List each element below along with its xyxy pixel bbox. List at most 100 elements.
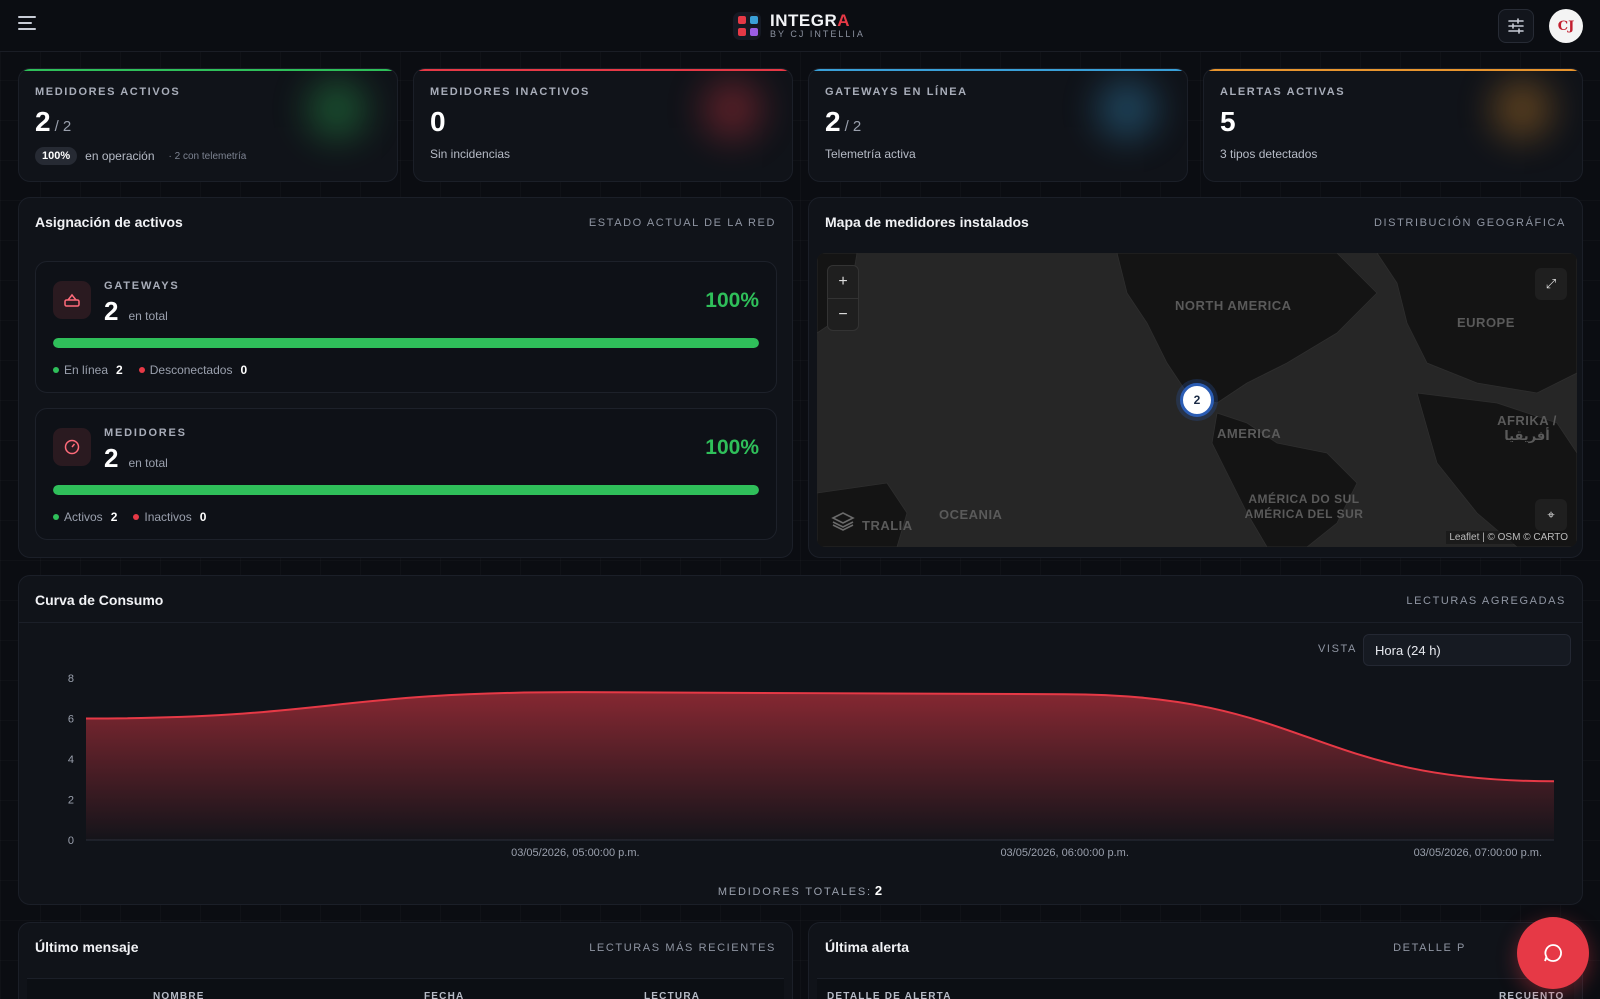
stat-label: GATEWAYS EN LÍNEA	[825, 86, 968, 98]
active-dot-icon	[53, 514, 59, 520]
x-tick-label: 03/05/2026, 05:00:00 p.m.	[511, 847, 639, 859]
column-header[interactable]: NOMBRE	[153, 991, 205, 999]
consumption-area	[86, 692, 1554, 840]
menu-icon[interactable]	[18, 16, 38, 36]
legend: En línea 2 Desconectados 0	[53, 363, 263, 377]
legend: Activos 2 Inactivos 0	[53, 510, 222, 524]
total-meters: MEDIDORES TOTALES: 2	[717, 883, 883, 898]
stat-sub: Telemetría activa	[825, 147, 916, 161]
stat-value: 2/ 2	[35, 106, 72, 137]
progress-fill	[53, 485, 759, 495]
stat-label: MEDIDORES ACTIVOS	[35, 86, 181, 98]
panel-title: Curva de Consumo	[35, 592, 164, 608]
stat-card-active-alerts: ALERTAS ACTIVAS 5 3 tipos detectados	[1203, 68, 1583, 182]
stat-value: 2/ 2	[825, 106, 862, 137]
zoom-out-button[interactable]: −	[828, 298, 858, 330]
inactive-dot-icon	[133, 514, 140, 520]
panel-tag: DISTRIBUCIÓN GEOGRÁFICA	[1373, 217, 1566, 229]
x-tick-label: 03/05/2026, 07:00:00 p.m.	[1414, 847, 1542, 859]
brand-name: INTEGRA	[770, 11, 851, 30]
column-header[interactable]: FECHA	[424, 991, 464, 999]
y-tick-label: 6	[68, 714, 74, 726]
column-header[interactable]: RECUENTO	[1499, 991, 1565, 999]
panel-title: Mapa de medidores instalados	[825, 214, 1029, 230]
map-label: AMERICA	[1217, 426, 1282, 441]
layers-icon	[831, 512, 855, 531]
asset-label: MEDIDORES	[104, 427, 187, 439]
locate-button[interactable]: ⌖	[1535, 499, 1567, 531]
router-icon	[53, 281, 91, 319]
asset-label: GATEWAYS	[104, 280, 180, 292]
asset-percent: 100%	[705, 436, 759, 459]
map-label: NORTH AMERICA	[1175, 298, 1292, 313]
stat-sub: 3 tipos detectados	[1220, 147, 1318, 161]
x-tick-label: 03/05/2026, 06:00:00 p.m.	[1000, 847, 1128, 859]
stat-value: 0	[430, 106, 446, 137]
top-bar: INTEGRA BY CJ INTELLIA CJ	[0, 0, 1600, 52]
column-header[interactable]: DETALLE DE ALERTA	[827, 991, 952, 999]
consumption-chart: 0 2 4 6 8 03/05/2026, 05:00:00 p.m. 03/05/2026…	[68, 673, 1555, 859]
percent-badge: 100%	[35, 147, 78, 165]
progress-bar	[53, 485, 759, 495]
sliders-icon	[1508, 18, 1524, 34]
chat-button[interactable]	[1517, 917, 1589, 989]
filters-button[interactable]	[1498, 9, 1534, 43]
meters-box: MEDIDORES 2 en total 100% Activos 2 Inacti…	[35, 408, 777, 540]
chat-bubble-icon	[1544, 944, 1562, 962]
y-tick-label: 4	[68, 754, 74, 766]
layers-button[interactable]	[827, 505, 859, 537]
asset-value: 2 en total	[104, 443, 168, 473]
brand[interactable]: INTEGRA BY CJ INTELLIA	[733, 11, 865, 41]
y-tick-label: 2	[68, 795, 74, 807]
stat-card-active-meters: MEDIDORES ACTIVOS 2/ 2 100% en operación…	[18, 68, 398, 182]
online-dot-icon	[53, 367, 59, 373]
zoom-in-button[interactable]: +	[828, 266, 858, 298]
column-header[interactable]: LECTURA	[644, 991, 700, 999]
asset-percent: 100%	[705, 289, 759, 312]
gauge-icon	[53, 428, 91, 466]
progress-fill	[53, 338, 759, 348]
stat-value: 5	[1220, 106, 1236, 137]
zoom-control: + −	[827, 265, 859, 331]
panel-title: Última alerta	[825, 939, 910, 955]
stat-card-inactive-meters: MEDIDORES INACTIVOS 0 Sin incidencias	[413, 68, 793, 182]
fullscreen-button[interactable]: ⤢	[1535, 268, 1567, 300]
map-label: TRALIA	[862, 518, 913, 533]
panel-tag: ESTADO ACTUAL DE LA RED	[588, 217, 776, 229]
stat-sub: 100% en operación · 2 con telemetría	[35, 147, 246, 165]
stat-card-gateways-online: GATEWAYS EN LÍNEA 2/ 2 Telemetría activa	[808, 68, 1188, 182]
map-label: AFRIKA / أفريقيا	[1497, 413, 1557, 443]
brand-subtitle: BY CJ INTELLIA	[770, 29, 865, 39]
crosshair-icon: ⌖	[1547, 507, 1555, 522]
view-select[interactable]: Hora (24 h)	[1363, 634, 1571, 666]
map-label: OCEANIA	[939, 507, 1003, 522]
asset-value: 2 en total	[104, 296, 168, 326]
asset-allocation-panel: Asignación de activos ESTADO ACTUAL DE L…	[18, 197, 793, 558]
map-label: AMÉRICA DO SUL AMÉRICA DEL SUR	[1244, 492, 1364, 521]
y-tick-label: 8	[68, 673, 74, 685]
panel-tag: DETALLE P	[1393, 942, 1466, 954]
map-label: EUROPE	[1457, 315, 1515, 330]
last-message-panel: Último mensaje LECTURAS MÁS RECIENTES NO…	[18, 922, 793, 999]
logo-icon	[733, 12, 761, 40]
stat-label: MEDIDORES INACTIVOS	[430, 86, 590, 98]
panel-tag: LECTURAS MÁS RECIENTES	[589, 942, 776, 954]
map-canvas[interactable]: NORTH AMERICA EUROPE AFRIKA / أفريقيا AM…	[817, 253, 1577, 547]
meters-map-panel: Mapa de medidores instalados DISTRIBUCIÓ…	[808, 197, 1583, 558]
meter-cluster-marker[interactable]: 2	[1180, 383, 1214, 417]
panel-title: Último mensaje	[35, 939, 139, 955]
y-tick-label: 0	[68, 835, 74, 847]
stat-label: ALERTAS ACTIVAS	[1220, 86, 1346, 98]
progress-bar	[53, 338, 759, 348]
panel-tag: LECTURAS AGREGADAS	[1406, 595, 1566, 607]
offline-dot-icon	[138, 367, 145, 373]
last-alert-panel: Última alerta DETALLE P DETALLE DE ALERT…	[808, 922, 1583, 999]
avatar-initial: CJ	[1557, 18, 1575, 34]
avatar[interactable]: CJ	[1549, 9, 1583, 43]
panel-title: Asignación de activos	[35, 214, 183, 230]
view-label: VISTA	[1318, 643, 1357, 655]
gateways-box: GATEWAYS 2 en total 100% En línea 2 Descon…	[35, 261, 777, 393]
expand-icon: ⤢	[1545, 276, 1557, 291]
map-attribution[interactable]: Leaflet | © OSM © CARTO	[1446, 531, 1571, 544]
stat-sub: Sin incidencias	[430, 147, 511, 161]
